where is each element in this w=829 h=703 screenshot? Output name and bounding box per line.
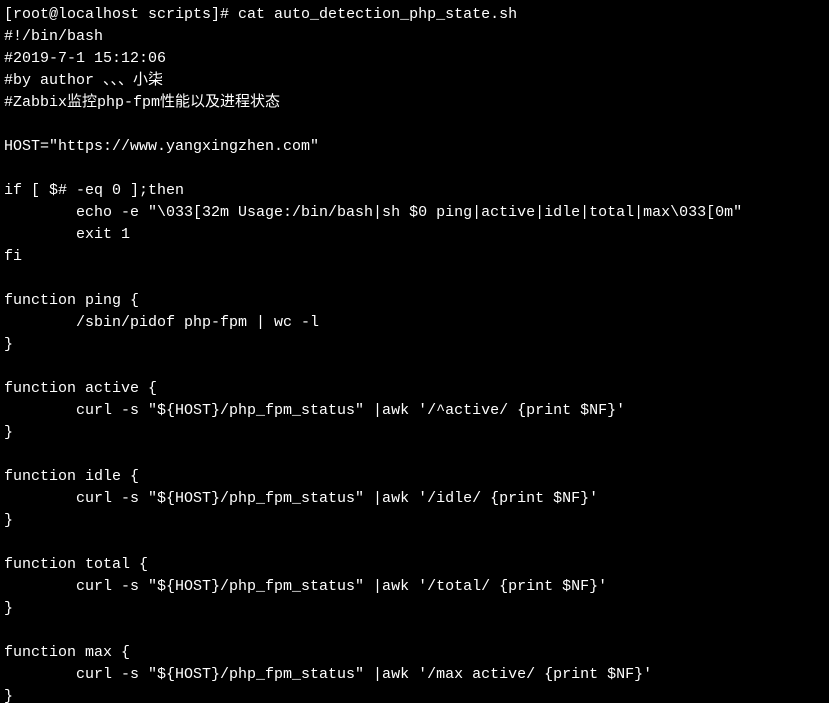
- script-line: }: [4, 336, 13, 353]
- script-line: }: [4, 600, 13, 617]
- script-line: curl -s "${HOST}/php_fpm_status" |awk '/…: [4, 666, 652, 683]
- script-line: if [ $# -eq 0 ];then: [4, 182, 184, 199]
- script-line: function ping {: [4, 292, 139, 309]
- script-line: fi: [4, 248, 22, 265]
- script-line: }: [4, 688, 13, 703]
- command-text: cat auto_detection_php_state.sh: [238, 6, 517, 23]
- script-line: HOST="https://www.yangxingzhen.com": [4, 138, 319, 155]
- script-line: function active {: [4, 380, 157, 397]
- script-line: curl -s "${HOST}/php_fpm_status" |awk '/…: [4, 402, 625, 419]
- script-line: #Zabbix监控php-fpm性能以及进程状态: [4, 94, 280, 111]
- script-line: curl -s "${HOST}/php_fpm_status" |awk '/…: [4, 578, 607, 595]
- terminal-output[interactable]: [root@localhost scripts]# cat auto_detec…: [0, 0, 829, 703]
- script-line: /sbin/pidof php-fpm | wc -l: [4, 314, 319, 331]
- script-line: curl -s "${HOST}/php_fpm_status" |awk '/…: [4, 490, 598, 507]
- script-line: echo -e "\033[32m Usage:/bin/bash|sh $0 …: [4, 204, 742, 221]
- script-line: }: [4, 424, 13, 441]
- script-line: #2019-7-1 15:12:06: [4, 50, 166, 67]
- shell-prompt: [root@localhost scripts]#: [4, 6, 238, 23]
- script-line: function max {: [4, 644, 130, 661]
- script-line: #!/bin/bash: [4, 28, 103, 45]
- script-line: function idle {: [4, 468, 139, 485]
- script-line: }: [4, 512, 13, 529]
- script-line: exit 1: [4, 226, 130, 243]
- script-line: #by author 、、、小柒: [4, 72, 163, 89]
- script-line: function total {: [4, 556, 148, 573]
